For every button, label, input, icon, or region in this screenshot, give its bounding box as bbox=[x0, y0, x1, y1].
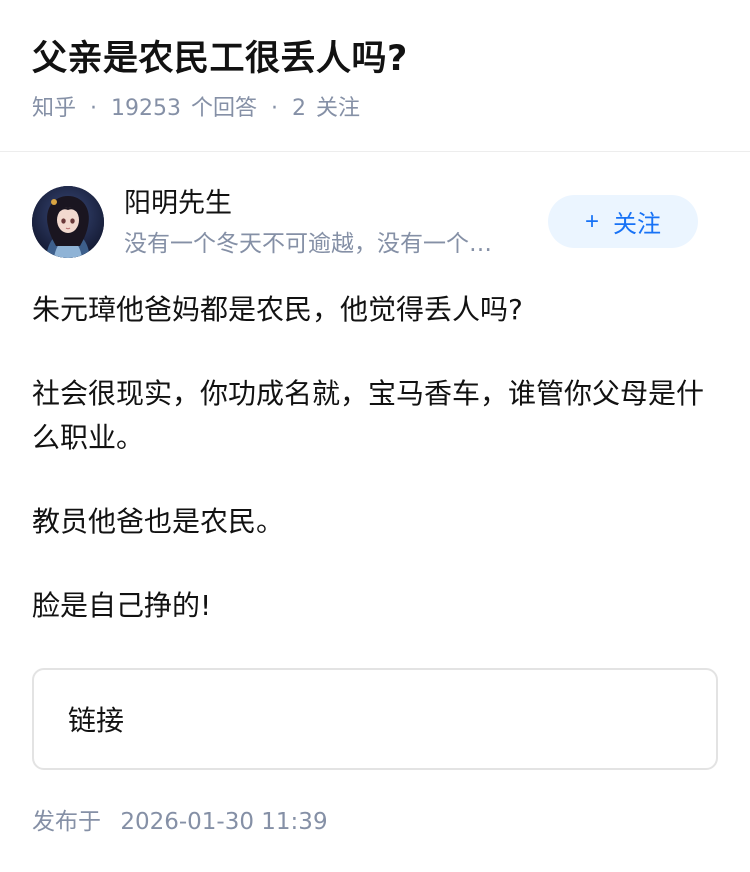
separator-dot: · bbox=[90, 96, 98, 121]
divider bbox=[0, 151, 750, 152]
answer-count-label: 个回答 bbox=[191, 96, 258, 121]
publish-prefix: 发布于 bbox=[32, 809, 101, 835]
question-meta: 知乎 · 19253 个回答 · 2 关注 bbox=[32, 94, 360, 124]
answer-paragraph: 朱元璋他爸妈都是农民，他觉得丢人吗? bbox=[32, 293, 523, 326]
publish-time: 发布于 2026-01-30 11:39 bbox=[32, 806, 328, 838]
publish-datetime: 2026-01-30 11:39 bbox=[120, 809, 328, 835]
link-card[interactable]: 链接 bbox=[32, 668, 718, 770]
avatar[interactable] bbox=[32, 186, 104, 258]
follower-count-label: 关注 bbox=[316, 96, 361, 121]
link-card-label: 链接 bbox=[68, 704, 125, 737]
author-name[interactable]: 阳明先生 bbox=[124, 186, 232, 222]
follower-count: 2 bbox=[292, 96, 307, 121]
anime-girl-avatar-icon bbox=[32, 186, 104, 258]
author-bio: 没有一个冬天不可逾越，没有一个… bbox=[124, 231, 492, 257]
follow-button-label: 关注 bbox=[613, 211, 661, 238]
answer-paragraph: 脸是自己挣的! bbox=[32, 589, 212, 622]
answer-content: 朱元璋他爸妈都是农民，他觉得丢人吗? 社会很现实，你功成名就，宝马香车，谁管你父… bbox=[32, 288, 712, 668]
separator-dot: · bbox=[271, 96, 279, 121]
answer-paragraph: 教员他爸也是农民。 bbox=[32, 505, 285, 538]
question-title[interactable]: 父亲是农民工很丢人吗? bbox=[32, 36, 408, 82]
answer-count: 19253 bbox=[111, 96, 182, 121]
answer-paragraph: 社会很现实，你功成名就，宝马香车，谁管你父母是什么职业。 bbox=[32, 377, 705, 454]
follow-button[interactable]: + 关注 bbox=[548, 195, 698, 248]
source-label[interactable]: 知乎 bbox=[32, 94, 76, 124]
plus-icon: + bbox=[584, 207, 599, 235]
